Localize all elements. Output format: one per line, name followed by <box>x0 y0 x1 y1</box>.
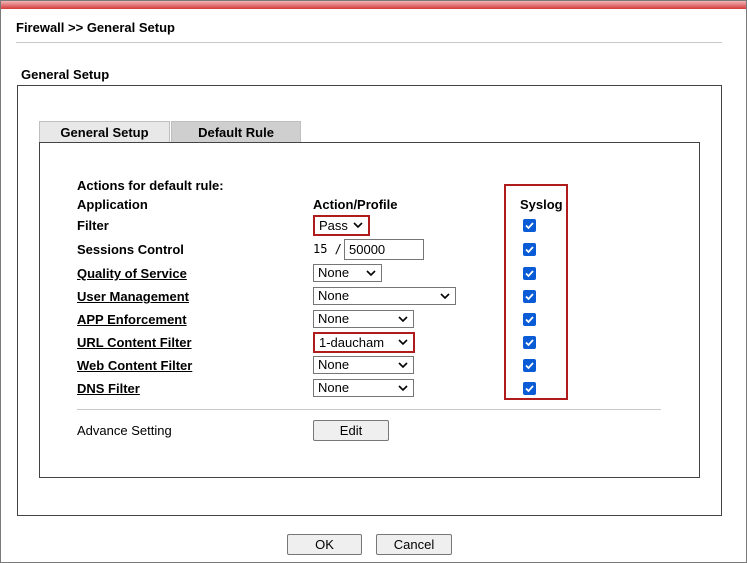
filter-syslog-checkbox[interactable] <box>523 219 536 232</box>
cancel-button[interactable]: Cancel <box>376 534 452 555</box>
chevron-down-icon <box>440 293 450 300</box>
advance-divider <box>77 409 661 410</box>
app-enforcement-select-value: None <box>318 311 350 326</box>
user-management-link[interactable]: User Management <box>77 289 189 304</box>
tab-general-setup[interactable]: General Setup <box>39 121 170 142</box>
tab-default-rule[interactable]: Default Rule <box>171 121 301 142</box>
web-content-filter-select-value: None <box>318 357 350 372</box>
section-title: General Setup <box>21 67 110 82</box>
filter-select-value: Pass <box>319 218 348 233</box>
chevron-down-icon <box>353 222 363 229</box>
user-management-select-value: None <box>318 288 350 303</box>
advance-setting-label: Advance Setting <box>77 423 172 438</box>
column-application: Application <box>77 197 148 212</box>
qos-link[interactable]: Quality of Service <box>77 266 187 281</box>
sessions-current: 15 / <box>313 242 342 256</box>
url-content-filter-link[interactable]: URL Content Filter <box>77 335 192 350</box>
app-enforcement-syslog-checkbox[interactable] <box>523 313 536 326</box>
web-content-filter-syslog-checkbox[interactable] <box>523 359 536 372</box>
qos-syslog-checkbox[interactable] <box>523 267 536 280</box>
user-management-syslog-checkbox[interactable] <box>523 290 536 303</box>
app-enforcement-link[interactable]: APP Enforcement <box>77 312 187 327</box>
chevron-down-icon <box>398 362 408 369</box>
edit-button[interactable]: Edit <box>313 420 389 441</box>
breadcrumb-divider <box>16 42 722 43</box>
web-content-filter-link[interactable]: Web Content Filter <box>77 358 192 373</box>
url-content-filter-select[interactable]: 1-daucham <box>313 332 415 353</box>
ok-button[interactable]: OK <box>287 534 362 555</box>
sessions-control-label: Sessions Control <box>77 242 184 257</box>
chevron-down-icon <box>398 316 408 323</box>
dns-filter-select[interactable]: None <box>313 379 414 397</box>
dns-filter-syslog-checkbox[interactable] <box>523 382 536 395</box>
dns-filter-link[interactable]: DNS Filter <box>77 381 140 396</box>
syslog-highlight <box>504 184 568 400</box>
sessions-limit-input[interactable]: 50000 <box>344 239 424 260</box>
column-action-profile: Action/Profile <box>313 197 398 212</box>
filter-label: Filter <box>77 218 109 233</box>
url-content-filter-syslog-checkbox[interactable] <box>523 336 536 349</box>
user-management-select[interactable]: None <box>313 287 456 305</box>
app-enforcement-select[interactable]: None <box>313 310 414 328</box>
qos-select-value: None <box>318 265 350 280</box>
sessions-syslog-checkbox[interactable] <box>523 243 536 256</box>
url-content-filter-select-value: 1-daucham <box>319 335 385 350</box>
dns-filter-select-value: None <box>318 380 350 395</box>
chevron-down-icon <box>398 385 408 392</box>
breadcrumb: Firewall >> General Setup <box>16 20 175 35</box>
actions-heading: Actions for default rule: <box>77 178 224 193</box>
top-accent-bar <box>1 1 746 9</box>
filter-select[interactable]: Pass <box>313 215 370 236</box>
chevron-down-icon <box>366 270 376 277</box>
qos-select[interactable]: None <box>313 264 382 282</box>
chevron-down-icon <box>398 339 408 346</box>
web-content-filter-select[interactable]: None <box>313 356 414 374</box>
